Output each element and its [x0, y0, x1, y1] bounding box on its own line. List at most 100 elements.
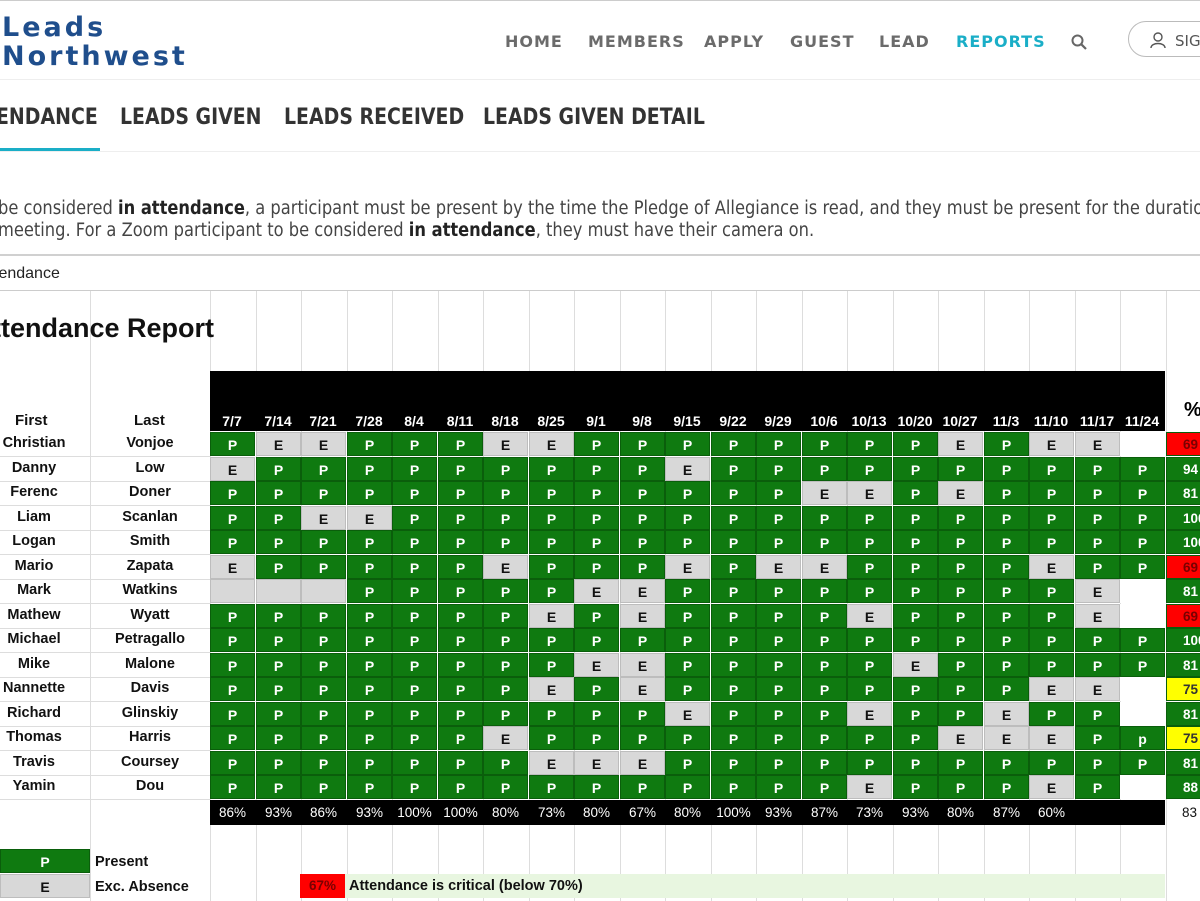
- attendance-cell: P: [665, 432, 710, 456]
- nav-apply[interactable]: APPLY: [704, 32, 764, 51]
- attendance-cell: E: [756, 555, 801, 579]
- attendance-cell: P: [392, 726, 437, 750]
- first-name-cell: Logan: [12, 533, 56, 549]
- attendance-cell: P: [984, 432, 1029, 456]
- attendance-cell: P: [893, 726, 938, 750]
- attendance-cell: P: [893, 628, 938, 652]
- attendance-cell: P: [938, 604, 983, 628]
- attendance-cell: P: [802, 506, 847, 530]
- attendance-cell: P: [711, 751, 756, 775]
- date-total-cell: 73%: [855, 805, 884, 820]
- attendance-cell: P: [574, 604, 619, 628]
- attendance-cell: P: [574, 726, 619, 750]
- date-header: 9/22: [719, 413, 747, 429]
- attendance-cell: E: [529, 751, 574, 775]
- attendance-cell: P: [893, 506, 938, 530]
- attendance-cell: P: [392, 457, 437, 481]
- attendance-cell: P: [574, 702, 619, 726]
- attendance-cell: P: [756, 702, 801, 726]
- attendance-cell: E: [1075, 432, 1120, 456]
- attendance-percent-cell: 88: [1166, 775, 1200, 799]
- attendance-cell: P: [1029, 579, 1074, 603]
- attendance-cell: E: [347, 506, 392, 530]
- attendance-cell: P: [756, 653, 801, 677]
- attendance-percent-cell: 81: [1166, 702, 1200, 726]
- date-total-cell: 93%: [264, 805, 293, 820]
- first-name-cell: Mike: [17, 656, 51, 672]
- row-divider: [0, 456, 210, 457]
- attendance-cell: P: [893, 432, 938, 456]
- attendance-cell: P: [301, 481, 346, 505]
- nav-members[interactable]: MEMBERS: [588, 32, 685, 51]
- attendance-spreadsheet[interactable]: ttendance Report 7/7 7/14 7/21 7/28 8/4 8/11 8…: [0, 290, 1200, 901]
- first-name-cell: Richard: [7, 705, 61, 721]
- attendance-cell: E: [620, 604, 665, 628]
- attendance-cell: E: [1029, 677, 1074, 701]
- attendance-cell: P: [347, 702, 392, 726]
- row-divider: [0, 652, 210, 653]
- attendance-cell: P: [483, 481, 528, 505]
- attendance-cell: P: [1075, 726, 1120, 750]
- date-header: 10/27: [942, 413, 978, 429]
- attendance-cell: P: [392, 702, 437, 726]
- attendance-cell: P: [1029, 481, 1074, 505]
- tab-attendance[interactable]: ENDANCE: [0, 105, 98, 130]
- tab-leads-given[interactable]: LEADS GIVEN: [120, 105, 262, 130]
- legend-absence-label: Exc. Absence: [95, 879, 189, 895]
- row-divider: [0, 750, 210, 751]
- attendance-cell: P: [711, 555, 756, 579]
- row-divider: [0, 701, 210, 702]
- row-divider: [0, 677, 210, 678]
- attendance-cell: P: [256, 702, 301, 726]
- date-header: 8/11: [446, 413, 474, 429]
- attendance-cell: P: [620, 628, 665, 652]
- nav-lead[interactable]: LEAD: [879, 32, 930, 51]
- attendance-cell: P: [210, 481, 255, 505]
- attendance-cell: P: [529, 702, 574, 726]
- last-name-cell: Malone: [125, 656, 175, 672]
- attendance-cell: E: [1075, 677, 1120, 701]
- attendance-cell: P: [1029, 506, 1074, 530]
- attendance-cell: P: [438, 457, 483, 481]
- attendance-cell: P: [893, 457, 938, 481]
- attendance-cell: E: [1029, 726, 1074, 750]
- attendance-cell: P: [711, 579, 756, 603]
- attendance-cell: P: [665, 530, 710, 554]
- attendance-cell: P: [802, 653, 847, 677]
- attendance-cell: P: [984, 481, 1029, 505]
- attendance-cell: P: [665, 628, 710, 652]
- nav-home[interactable]: HOME: [505, 32, 563, 51]
- attendance-cell: P: [574, 530, 619, 554]
- attendance-cell: P: [847, 653, 892, 677]
- attendance-cell: [1120, 702, 1165, 726]
- tab-leads-received[interactable]: LEADS RECEIVED: [284, 105, 464, 130]
- attendance-cell: P: [301, 604, 346, 628]
- attendance-cell: [256, 579, 301, 603]
- row-divider: [0, 799, 210, 800]
- attendance-cell: P: [756, 775, 801, 799]
- attendance-cell: [1120, 775, 1165, 799]
- attendance-percent-cell: 100: [1166, 530, 1200, 554]
- attendance-cell: P: [301, 677, 346, 701]
- attendance-cell: P: [802, 775, 847, 799]
- attendance-cell: P: [438, 775, 483, 799]
- last-name-cell: Vonjoe: [126, 435, 174, 451]
- attendance-cell: P: [893, 702, 938, 726]
- attendance-cell: [1120, 604, 1165, 628]
- first-name-cell: Liam: [17, 509, 51, 525]
- user-icon: [1150, 32, 1166, 49]
- date-total-cell: 93%: [764, 805, 793, 820]
- search-icon[interactable]: [1071, 34, 1087, 50]
- site-logo[interactable]: Leads Northwest: [2, 13, 188, 71]
- attendance-cell: E: [1029, 432, 1074, 456]
- date-total-cell: 73%: [537, 805, 566, 820]
- attendance-cell: P: [392, 653, 437, 677]
- nav-reports[interactable]: REPORTS: [956, 32, 1046, 51]
- nav-guest[interactable]: GUEST: [790, 32, 855, 51]
- date-header: 10/6: [810, 413, 838, 429]
- attendance-cell: E: [847, 775, 892, 799]
- attendance-cell: P: [620, 726, 665, 750]
- attendance-cell: E: [802, 555, 847, 579]
- tab-leads-given-detail[interactable]: LEADS GIVEN DETAIL: [483, 105, 705, 130]
- attendance-percent-cell: 69: [1166, 555, 1200, 579]
